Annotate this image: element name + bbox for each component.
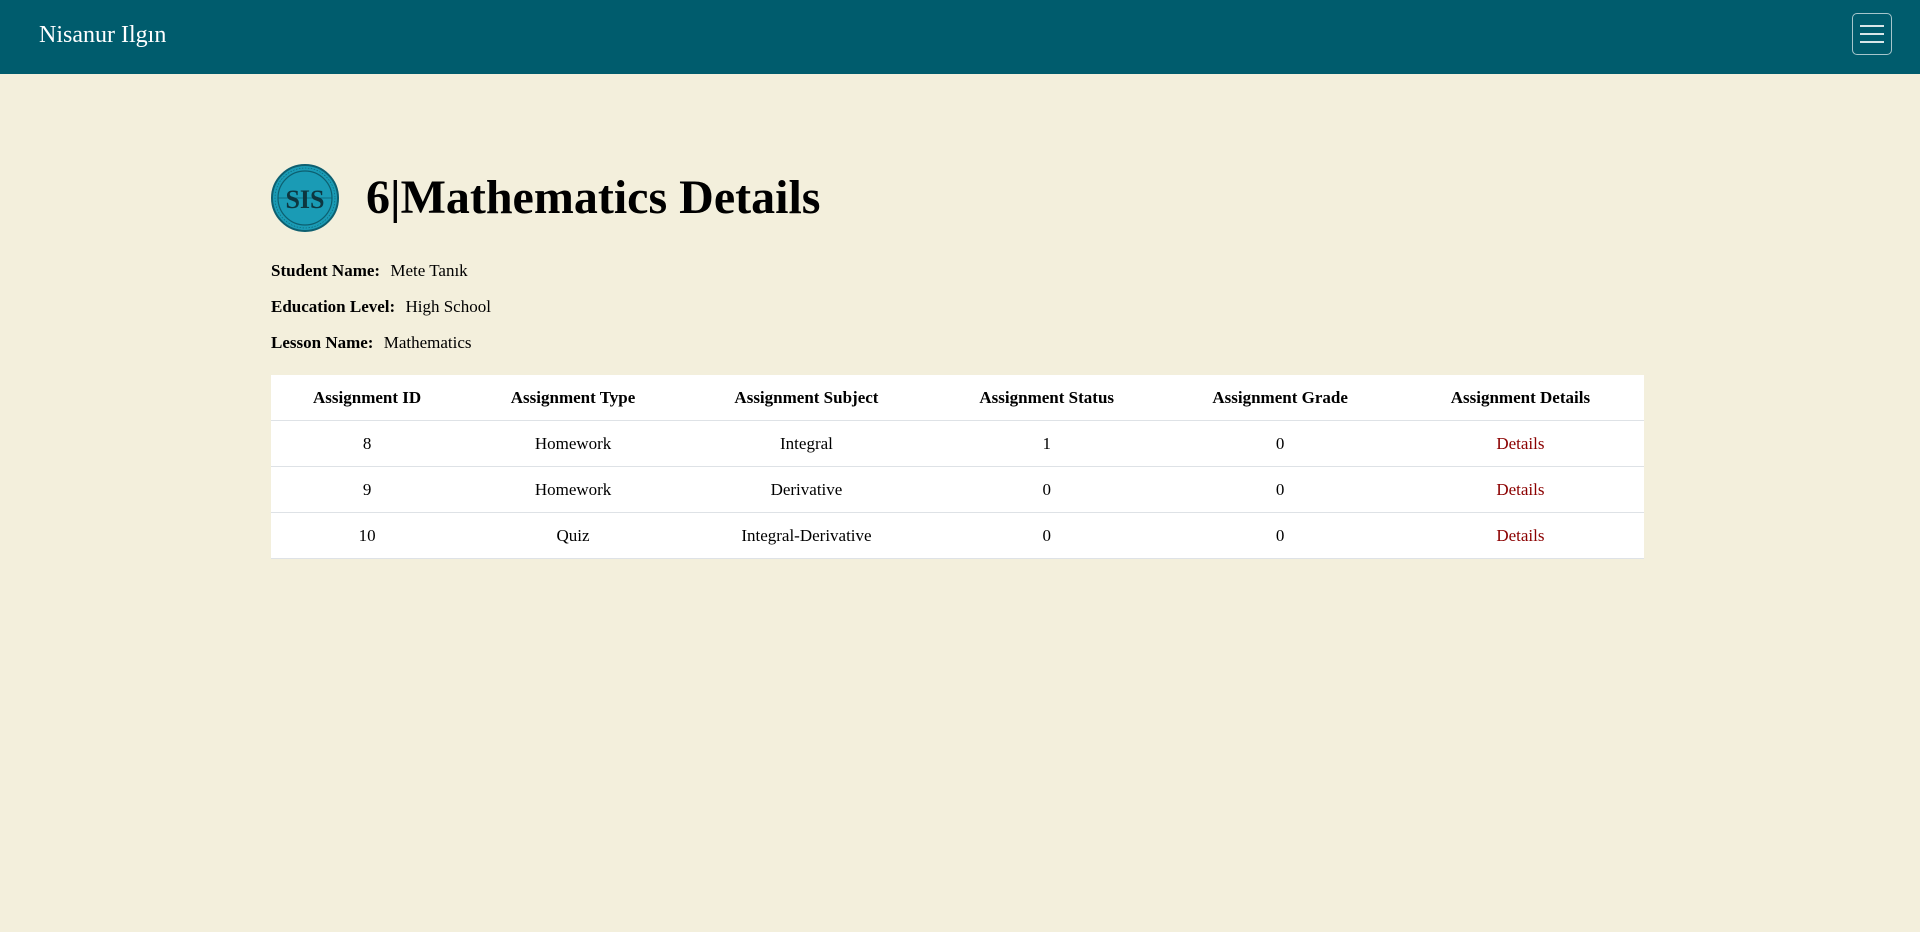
top-navbar: Nisanur Ilgın — [0, 0, 1920, 74]
assignments-table: Assignment ID Assignment Type Assignment… — [271, 375, 1644, 559]
cell-assignment-details: Details — [1396, 466, 1644, 513]
cell-assignment-details: Details — [1396, 420, 1644, 467]
cell-assignment-subject: Integral — [682, 420, 931, 467]
table-row: 9 Homework Derivative 0 0 Details — [271, 466, 1644, 513]
education-level-value: High School — [405, 297, 491, 316]
cell-assignment-status: 0 — [930, 512, 1164, 559]
cell-assignment-grade: 0 — [1163, 466, 1397, 513]
school-seal-logo: SIS — [271, 164, 339, 232]
table-row: 8 Homework Integral 1 0 Details — [271, 420, 1644, 467]
cell-assignment-status: 1 — [930, 420, 1164, 467]
table-row: 10 Quiz Integral-Derivative 0 0 Details — [271, 512, 1644, 559]
student-name-value: Mete Tanık — [390, 261, 468, 280]
cell-assignment-type: Quiz — [463, 512, 683, 559]
details-link[interactable]: Details — [1496, 434, 1544, 453]
cell-assignment-id: 10 — [271, 512, 464, 559]
education-level-label: Education Level: — [271, 297, 396, 316]
cell-assignment-grade: 0 — [1163, 420, 1397, 467]
lesson-name-value: Mathematics — [383, 333, 472, 352]
cell-assignment-grade: 0 — [1163, 512, 1397, 559]
lesson-name-row: Lesson Name: Mathematics — [271, 332, 472, 354]
cell-assignment-details: Details — [1396, 512, 1644, 559]
details-link[interactable]: Details — [1496, 480, 1544, 499]
details-link[interactable]: Details — [1496, 526, 1544, 545]
header-assignment-grade: Assignment Grade — [1163, 375, 1397, 421]
header-assignment-subject: Assignment Subject — [682, 375, 931, 421]
title-row: SIS 6|Mathematics Details — [271, 164, 1271, 234]
logo-text: SIS — [285, 185, 324, 214]
header-assignment-type: Assignment Type — [463, 375, 683, 421]
cell-assignment-subject: Derivative — [682, 466, 931, 513]
cell-assignment-type: Homework — [463, 466, 683, 513]
menu-bar-line — [1860, 25, 1884, 27]
menu-bar-line — [1860, 33, 1884, 35]
student-name-row: Student Name: Mete Tanık — [271, 260, 468, 282]
page-title: 6|Mathematics Details — [366, 171, 821, 224]
header-assignment-details: Assignment Details — [1396, 375, 1644, 421]
cell-assignment-subject: Integral-Derivative — [682, 512, 931, 559]
header-assignment-status: Assignment Status — [930, 375, 1164, 421]
lesson-name-label: Lesson Name: — [271, 333, 374, 352]
student-name-label: Student Name: — [271, 261, 381, 280]
cell-assignment-status: 0 — [930, 466, 1164, 513]
menu-bar-line — [1860, 41, 1884, 43]
hamburger-menu-icon[interactable] — [1852, 13, 1892, 55]
cell-assignment-id: 8 — [271, 420, 464, 467]
education-level-row: Education Level: High School — [271, 296, 491, 318]
navbar-brand[interactable]: Nisanur Ilgın — [39, 20, 166, 50]
cell-assignment-id: 9 — [271, 466, 464, 513]
header-assignment-id: Assignment ID — [271, 375, 464, 421]
cell-assignment-type: Homework — [463, 420, 683, 467]
table-header-row: Assignment ID Assignment Type Assignment… — [271, 375, 1644, 421]
